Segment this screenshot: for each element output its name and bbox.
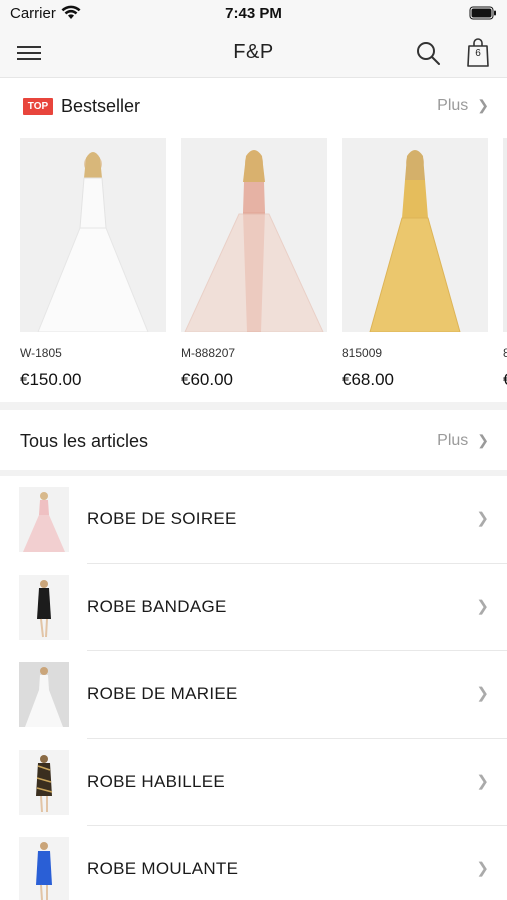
nav-bar: F&P 6: [0, 28, 507, 78]
bestseller-header: TOP Bestseller Plus ❯: [0, 79, 507, 135]
category-thumbnail: [19, 487, 69, 552]
bestseller-more-label: Plus: [437, 97, 469, 114]
dress-image: [181, 138, 327, 332]
category-label: ROBE DE MARIEE: [87, 684, 238, 703]
dress-thumbnail: [19, 749, 69, 815]
product-card[interactable]: 8 €: [503, 138, 507, 389]
product-price: €60.00: [181, 370, 233, 389]
category-label: ROBE HABILLEE: [87, 771, 226, 791]
category-label: ROBE DE SOIREE: [87, 509, 237, 528]
bestseller-carousel[interactable]: W-1805 €150.00 M-888207 €60.00 815009 €6…: [0, 135, 507, 400]
articles-header[interactable]: Tous les articles Plus ❯: [0, 410, 507, 470]
category-list: ROBE DE SOIREE ❯ ROBE BANDAGE ❯ ROBE DE: [0, 476, 507, 900]
product-card[interactable]: M-888207 €60.00: [181, 138, 327, 389]
chevron-right-icon: ❯: [476, 685, 489, 702]
product-card[interactable]: W-1805 €150.00: [20, 138, 166, 389]
product-image: [342, 138, 488, 332]
chevron-right-icon: ❯: [477, 432, 489, 448]
dress-thumbnail: [19, 837, 69, 900]
bestseller-more-link[interactable]: Plus ❯: [437, 97, 489, 115]
product-card[interactable]: 815009 €68.00: [342, 138, 488, 389]
search-icon[interactable]: [414, 39, 442, 67]
category-item-soiree[interactable]: ROBE DE SOIREE ❯: [0, 476, 507, 564]
dress-thumbnail: [19, 662, 69, 727]
product-image: [20, 138, 166, 332]
product-price: €150.00: [20, 370, 82, 389]
category-label: ROBE MOULANTE: [87, 859, 239, 878]
articles-title: Tous les articles: [20, 431, 149, 451]
status-time: 7:43 PM: [225, 5, 282, 22]
product-sku: W-1805: [20, 346, 62, 360]
dress-thumbnail: [19, 487, 69, 552]
chevron-right-icon: ❯: [477, 97, 489, 113]
dress-thumbnail: [19, 574, 69, 640]
shopping-bag-button[interactable]: 6: [464, 38, 492, 68]
status-bar: Carrier 7:43 PM: [0, 0, 507, 28]
product-sku: 815009: [342, 346, 383, 360]
articles-more-link[interactable]: Plus ❯: [437, 432, 489, 450]
chevron-right-icon: ❯: [476, 510, 489, 527]
category-thumbnail: [19, 749, 69, 815]
product-sku: 8: [503, 346, 507, 360]
category-thumbnail: [19, 662, 69, 727]
section-divider: [0, 402, 507, 410]
category-item-bandage[interactable]: ROBE BANDAGE ❯: [0, 563, 507, 651]
bestseller-title: Bestseller: [61, 96, 141, 116]
product-price: €: [503, 370, 507, 390]
chevron-right-icon: ❯: [476, 772, 489, 790]
category-item-moulante[interactable]: ROBE MOULANTE ❯: [0, 826, 507, 900]
category-item-mariee[interactable]: ROBE DE MARIEE ❯: [0, 651, 507, 739]
category-thumbnail: [19, 574, 69, 640]
category-item-habillee[interactable]: ROBE HABILLEE ❯: [0, 738, 507, 826]
category-thumbnail: [19, 837, 69, 900]
chevron-right-icon: ❯: [476, 597, 489, 615]
top-badge: TOP: [23, 98, 53, 115]
battery-icon: [469, 6, 496, 20]
chevron-right-icon: ❯: [476, 860, 489, 877]
product-image: [503, 138, 507, 332]
product-sku: M-888207: [181, 346, 236, 360]
category-label: ROBE BANDAGE: [87, 596, 227, 616]
articles-more-label: Plus: [437, 432, 469, 449]
dress-image: [20, 138, 166, 332]
product-price: €68.00: [342, 370, 394, 389]
product-image: [181, 138, 327, 332]
dress-image: [342, 138, 488, 332]
bag-count-badge: 6: [475, 48, 481, 59]
